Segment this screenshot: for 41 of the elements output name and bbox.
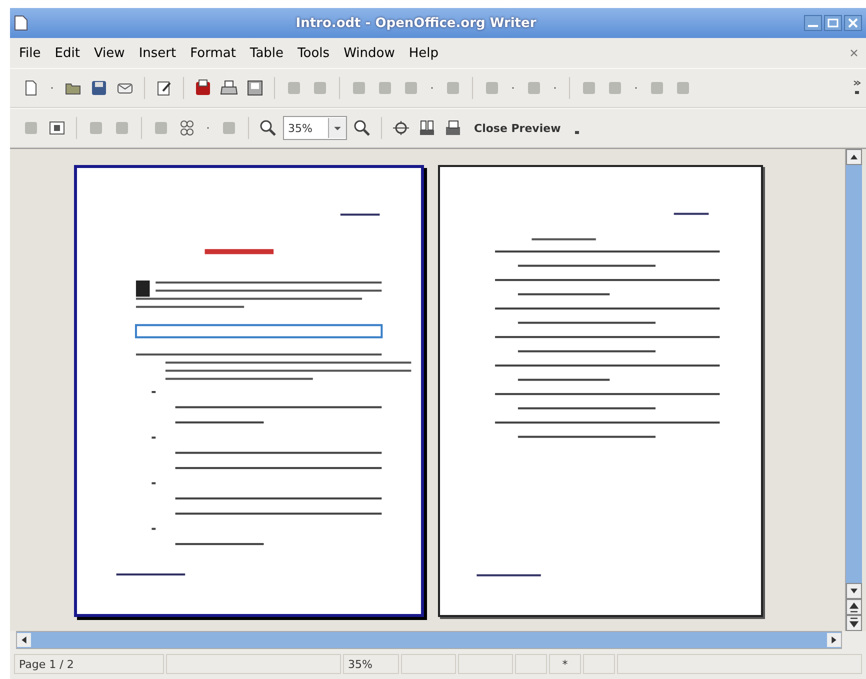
- print-icon[interactable]: [220, 79, 238, 97]
- menu-item[interactable]: Table: [242, 42, 291, 64]
- menu-item[interactable]: View: [86, 42, 132, 64]
- page-indicator: Page 1 / 2: [14, 654, 164, 674]
- menu-item[interactable]: Tools: [290, 42, 337, 64]
- zoom-out-icon[interactable]: [353, 119, 371, 137]
- scroll-down-icon[interactable]: [846, 583, 862, 599]
- menu-item[interactable]: Window: [336, 42, 402, 64]
- maximize-icon[interactable]: [824, 15, 842, 31]
- close-icon[interactable]: [844, 15, 862, 31]
- zoom-combo-box[interactable]: 35%: [283, 116, 347, 140]
- document-icon: [14, 15, 28, 31]
- horizontal-scrollbar[interactable]: [16, 631, 842, 649]
- close-icon[interactable]: [850, 49, 858, 57]
- save-icon[interactable]: [90, 79, 108, 97]
- page-preview-icon[interactable]: [246, 79, 264, 97]
- zoom-in-icon[interactable]: [259, 119, 277, 137]
- print-options-icon[interactable]: [444, 119, 462, 137]
- status-bar-cell: [458, 654, 513, 674]
- edit-document-icon[interactable]: [155, 79, 173, 97]
- full-screen-icon[interactable]: [392, 119, 410, 137]
- status-bar-cell: [515, 654, 547, 674]
- menu-item[interactable]: Help: [402, 42, 446, 64]
- minimize-icon[interactable]: [804, 15, 822, 31]
- menu-item[interactable]: Insert: [132, 42, 184, 64]
- menu-item[interactable]: Edit: [48, 42, 87, 64]
- window-title: Intro.odt - OpenOffice.org Writer: [294, 16, 538, 30]
- modified-indicator: *: [549, 654, 581, 674]
- close-preview-button[interactable]: Close Preview: [468, 118, 567, 138]
- menu-item[interactable]: Format: [183, 42, 243, 64]
- vertical-scrollbar[interactable]: [845, 149, 862, 631]
- status-bar-cell: [401, 654, 456, 674]
- scroll-right-icon[interactable]: [827, 633, 841, 647]
- scroll-left-icon[interactable]: [17, 633, 31, 647]
- zoom-level: 35%: [343, 654, 399, 674]
- scroll-up-icon[interactable]: [846, 149, 862, 165]
- status-bar-cell: [583, 654, 615, 674]
- print-preview-icon[interactable]: [418, 119, 436, 137]
- export-pdf-icon[interactable]: [194, 79, 212, 97]
- multiple-pages-icon[interactable]: [178, 119, 196, 137]
- menu-item[interactable]: File: [12, 42, 48, 64]
